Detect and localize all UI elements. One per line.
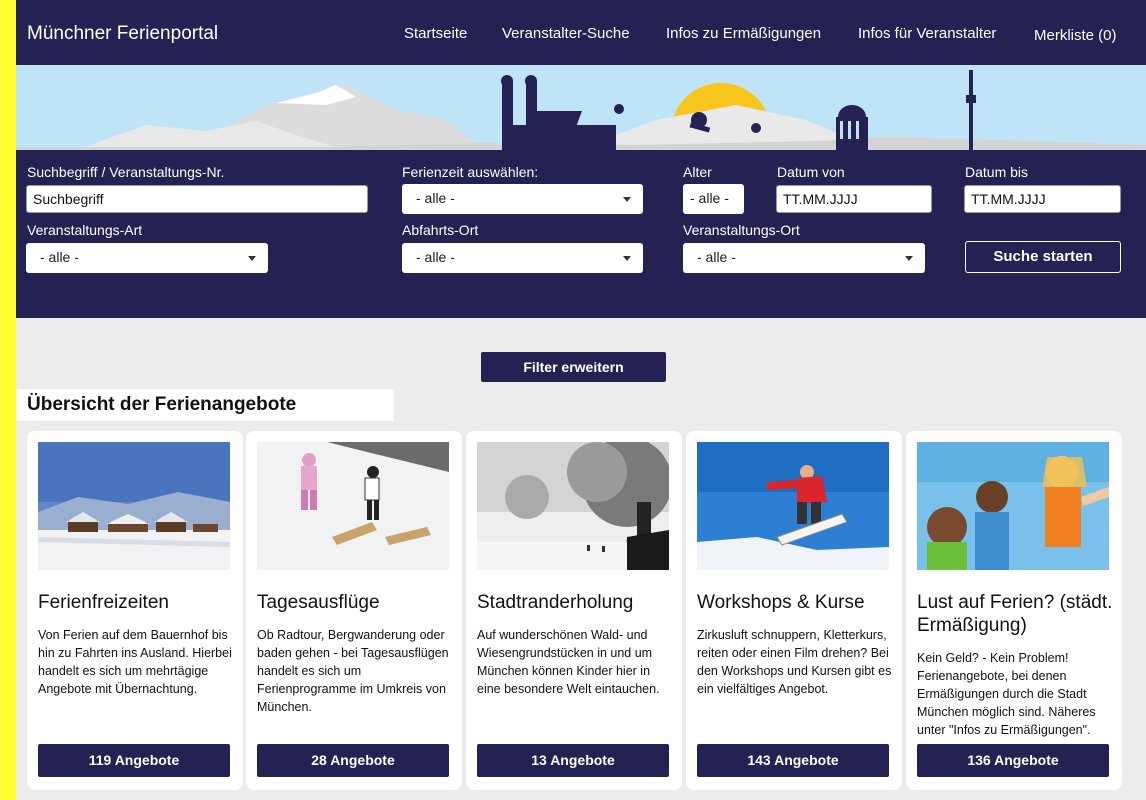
chevron-down-icon — [905, 256, 913, 261]
card-title: Stadtranderholung — [477, 592, 634, 613]
brand-logo-text[interactable]: Münchner Ferienportal — [27, 23, 218, 45]
winter-village-image — [38, 442, 230, 570]
nav-veranstalter-suche[interactable]: Veranstalter-Suche — [502, 25, 630, 42]
abfahrts-ort-label: Abfahrts-Ort — [402, 222, 479, 238]
search-form: Suchbegriff / Veranstaltungs-Nr. Ferienz… — [16, 150, 1146, 318]
category-card-tagesausfluege: Tagesausflüge Ob Radtour, Bergwanderung … — [246, 431, 462, 790]
angebote-button-stadtranderholung[interactable]: 13 Angebote — [477, 744, 669, 777]
veranstaltungs-art-select[interactable]: - alle - — [26, 243, 268, 273]
category-card-ferienfreizeiten: Ferienfreizeiten Von Ferien auf dem Baue… — [27, 431, 243, 790]
ferienzeit-value: - alle - — [416, 190, 455, 206]
card-description: Von Ferien auf dem Bauernhof bis hin zu … — [38, 628, 232, 696]
top-navigation-bar: Münchner Ferienportal Startseite Veranst… — [16, 0, 1146, 65]
veranstaltungs-art-value: - alle - — [40, 249, 79, 265]
nav-infos-veranstalter[interactable]: Infos für Veranstalter — [858, 25, 996, 42]
angebote-button-workshops[interactable]: 143 Angebote — [697, 744, 889, 777]
ferienzeit-select[interactable]: - alle - — [402, 184, 643, 214]
card-title: Tagesausflüge — [257, 592, 380, 613]
search-term-input[interactable] — [26, 185, 368, 213]
alter-value: - alle - — [690, 190, 729, 206]
nav-merkliste[interactable]: Merkliste (0) — [1034, 27, 1117, 44]
card-description: Kein Geld? - Kein Problem! Ferienangebot… — [917, 651, 1096, 737]
happy-children-image — [917, 442, 1109, 570]
alter-label: Alter — [683, 164, 712, 180]
veranstaltungs-ort-value: - alle - — [697, 249, 736, 265]
snowboarder-image — [697, 442, 889, 570]
card-title: Workshops & Kurse — [697, 592, 865, 613]
angebote-button-ermaessigung[interactable]: 136 Angebote — [917, 744, 1109, 777]
angebote-button-ferienfreizeiten[interactable]: 119 Angebote — [38, 744, 230, 777]
alter-select[interactable]: - alle - — [683, 184, 744, 214]
page: Münchner Ferienportal Startseite Veranst… — [16, 0, 1146, 800]
datum-von-label: Datum von — [777, 164, 845, 180]
card-description: Ob Radtour, Bergwanderung oder baden geh… — [257, 628, 449, 714]
card-description: Zirkusluft schnuppern, Kletterkurs, reit… — [697, 628, 892, 696]
veranstaltungs-art-label: Veranstaltungs-Art — [27, 222, 143, 238]
category-card-ermaessigung: Lust auf Ferien? (städt. Ermäßigung) Kei… — [906, 431, 1122, 790]
munich-skyline-illustration — [16, 65, 1146, 150]
abfahrts-ort-select[interactable]: - alle - — [402, 243, 643, 273]
abfahrts-ort-value: - alle - — [416, 249, 455, 265]
hero-banner — [16, 65, 1146, 150]
card-title: Ferienfreizeiten — [38, 592, 169, 613]
nav-startseite[interactable]: Startseite — [404, 25, 467, 42]
datum-von-input[interactable] — [776, 185, 932, 213]
ferienzeit-label: Ferienzeit auswählen: — [402, 164, 539, 180]
chevron-down-icon — [623, 256, 631, 261]
children-sledding-image — [257, 442, 449, 570]
category-card-stadtranderholung: Stadtranderholung Auf wunderschönen Wald… — [466, 431, 682, 790]
search-term-label: Suchbegriff / Veranstaltungs-Nr. — [27, 164, 225, 180]
search-submit-button[interactable]: Suche starten — [965, 241, 1121, 273]
category-card-workshops: Workshops & Kurse Zirkusluft schnuppern,… — [686, 431, 902, 790]
veranstaltungs-ort-select[interactable]: - alle - — [683, 243, 925, 273]
section-title: Übersicht der Ferienangebote — [16, 389, 394, 421]
angebote-button-tagesausfluege[interactable]: 28 Angebote — [257, 744, 449, 777]
datum-bis-label: Datum bis — [965, 164, 1029, 180]
winter-trees-image — [477, 442, 669, 570]
veranstaltungs-ort-label: Veranstaltungs-Ort — [683, 222, 800, 238]
chevron-down-icon — [248, 256, 256, 261]
filter-expand-button[interactable]: Filter erweitern — [481, 352, 666, 382]
chevron-down-icon — [623, 197, 631, 202]
card-title: Lust auf Ferien? (städt. Ermäßigung) — [917, 592, 1113, 636]
datum-bis-input[interactable] — [964, 185, 1121, 213]
card-description: Auf wunderschönen Wald- und Wiesengrunds… — [477, 628, 660, 696]
nav-infos-ermaessigungen[interactable]: Infos zu Ermäßigungen — [666, 25, 821, 42]
